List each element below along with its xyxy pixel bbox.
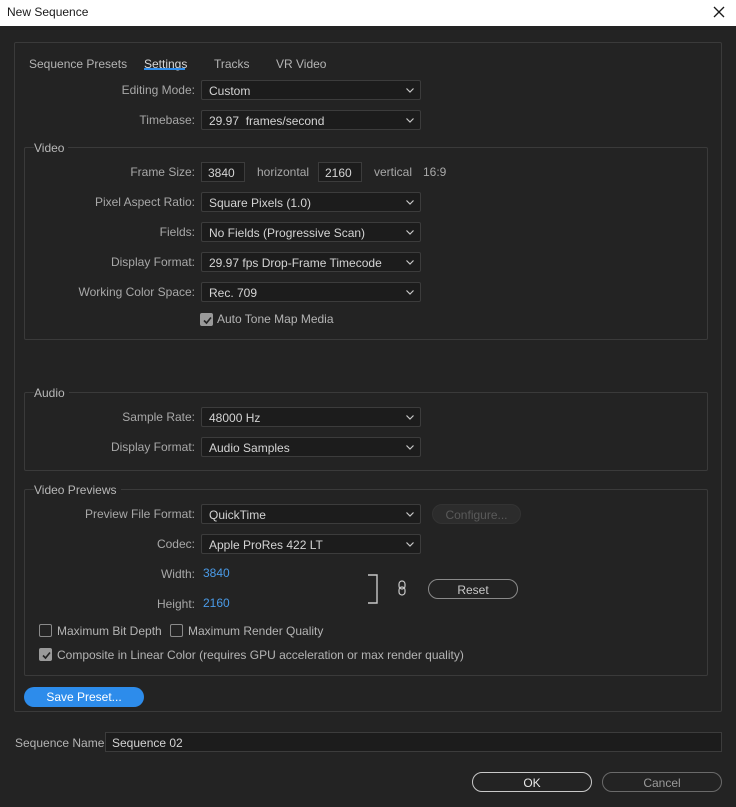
chain-link-icon[interactable] (396, 580, 408, 596)
composite-linear-checkbox[interactable] (39, 648, 52, 661)
tab-tracks[interactable]: Tracks (214, 57, 250, 71)
reset-button[interactable]: Reset (428, 579, 518, 599)
horizontal-label: horizontal (257, 165, 310, 179)
timebase-value: 29.97 frames/second (209, 114, 325, 128)
window-title: New Sequence (7, 5, 89, 19)
fields-dropdown[interactable]: No Fields (Progressive Scan) (201, 222, 421, 242)
auto-tone-map-label: Auto Tone Map Media (217, 312, 334, 326)
video-group-title: Video (34, 141, 69, 155)
composite-linear-label: Composite in Linear Color (requires GPU … (57, 648, 464, 662)
checkmark-icon (203, 316, 212, 325)
checkmark-icon (42, 651, 51, 660)
codec-value: Apple ProRes 422 LT (209, 538, 323, 552)
aspect-ratio-text: 16:9 (423, 165, 447, 179)
sample-rate-value: 48000 Hz (209, 411, 261, 425)
pixel-aspect-ratio-value: Square Pixels (1.0) (209, 196, 312, 210)
chevron-down-icon (406, 88, 414, 93)
auto-tone-map-checkbox[interactable] (200, 313, 213, 326)
sample-rate-label: Sample Rate: (122, 410, 195, 424)
max-render-quality-checkbox[interactable] (170, 624, 183, 637)
editing-mode-dropdown[interactable]: Custom (201, 80, 421, 100)
cancel-button[interactable]: Cancel (602, 772, 722, 792)
video-display-format-dropdown[interactable]: 29.97 fps Drop-Frame Timecode (201, 252, 421, 272)
sequence-name-label: Sequence Name: (15, 736, 108, 750)
preview-width-value[interactable]: 3840 (203, 566, 230, 580)
chevron-down-icon (406, 542, 414, 547)
video-previews-group-title: Video Previews (34, 483, 121, 497)
audio-group-title: Audio (34, 386, 69, 400)
link-bracket-icon (368, 574, 378, 604)
preview-file-format-value: QuickTime (209, 508, 266, 522)
codec-label: Codec: (156, 537, 195, 551)
pixel-aspect-ratio-label: Pixel Aspect Ratio: (94, 195, 195, 209)
tab-vr-video[interactable]: VR Video (276, 57, 326, 71)
preview-file-format-dropdown[interactable]: QuickTime (201, 504, 421, 524)
preview-width-label: Width: (160, 567, 195, 581)
chevron-down-icon (406, 445, 414, 450)
active-tab-indicator (144, 68, 185, 70)
video-display-format-value: 29.97 fps Drop-Frame Timecode (209, 256, 382, 270)
audio-display-format-label: Display Format: (110, 440, 195, 454)
audio-display-format-value: Audio Samples (209, 441, 290, 455)
timebase-label: Timebase: (139, 113, 195, 127)
max-render-quality-label: Maximum Render Quality (188, 624, 324, 638)
chevron-down-icon (406, 118, 414, 123)
chevron-down-icon (406, 290, 414, 295)
audio-group (24, 392, 708, 471)
video-group (24, 147, 708, 340)
chevron-down-icon (406, 415, 414, 420)
editing-mode-value: Custom (209, 84, 251, 98)
editing-mode-label: Editing Mode: (121, 83, 195, 97)
pixel-aspect-ratio-dropdown[interactable]: Square Pixels (1.0) (201, 192, 421, 212)
vertical-label: vertical (374, 165, 413, 179)
working-color-space-label: Working Color Space: (78, 285, 196, 299)
preview-file-format-label: Preview File Format: (84, 507, 195, 521)
video-display-format-label: Display Format: (110, 255, 195, 269)
timebase-dropdown[interactable]: 29.97 frames/second (201, 110, 421, 130)
sample-rate-dropdown[interactable]: 48000 Hz (201, 407, 421, 427)
title-bar: New Sequence (0, 0, 736, 26)
sequence-name-input[interactable]: Sequence 02 (105, 732, 722, 752)
chevron-down-icon (406, 230, 414, 235)
preview-height-value[interactable]: 2160 (203, 596, 230, 610)
max-bit-depth-checkbox[interactable] (39, 624, 52, 637)
fields-value: No Fields (Progressive Scan) (209, 226, 366, 240)
max-bit-depth-label: Maximum Bit Depth (57, 624, 162, 638)
frame-size-label: Frame Size: (130, 165, 195, 179)
chevron-down-icon (406, 200, 414, 205)
codec-dropdown[interactable]: Apple ProRes 422 LT (201, 534, 421, 554)
close-icon[interactable] (710, 3, 728, 21)
configure-button[interactable]: Configure... (432, 504, 521, 524)
fields-label: Fields: (159, 225, 195, 239)
frame-height-input[interactable]: 2160 (318, 162, 362, 182)
chevron-down-icon (406, 512, 414, 517)
working-color-space-dropdown[interactable]: Rec. 709 (201, 282, 421, 302)
preview-height-label: Height: (156, 597, 195, 611)
audio-display-format-dropdown[interactable]: Audio Samples (201, 437, 421, 457)
frame-width-input[interactable]: 3840 (201, 162, 245, 182)
chevron-down-icon (406, 260, 414, 265)
save-preset-button[interactable]: Save Preset... (24, 687, 144, 707)
ok-button[interactable]: OK (472, 772, 592, 792)
tab-sequence-presets[interactable]: Sequence Presets (29, 57, 127, 71)
working-color-space-value: Rec. 709 (209, 286, 258, 300)
